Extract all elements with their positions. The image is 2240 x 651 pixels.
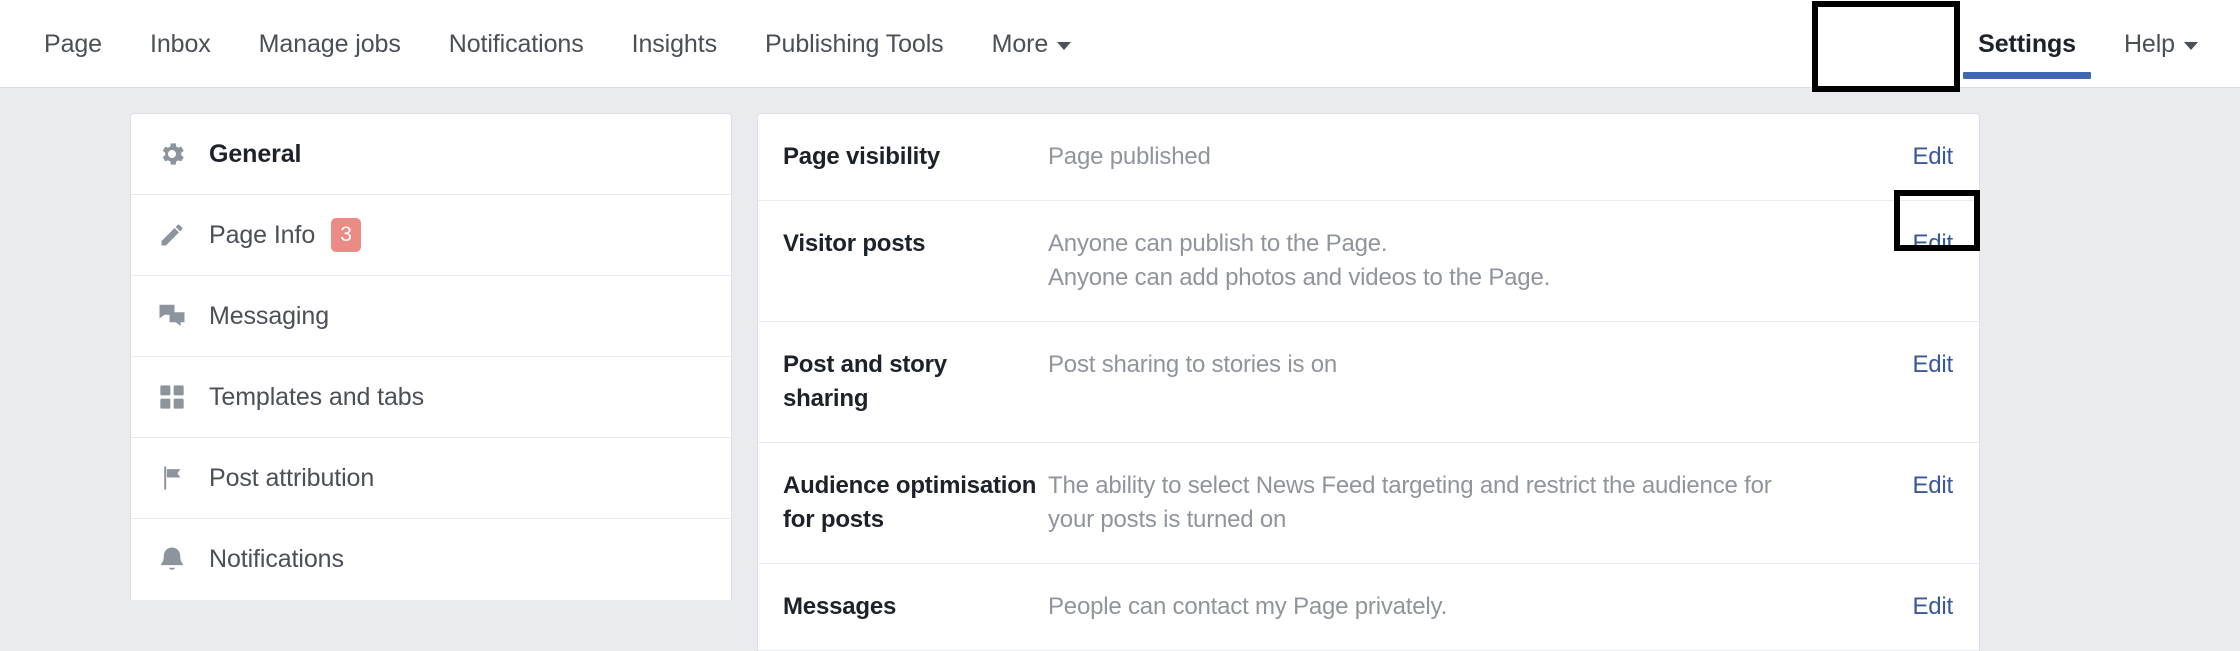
nav-item-label: Inbox (150, 29, 211, 58)
setting-description-line: Anyone can publish to the Page. (1048, 230, 1388, 257)
setting-description: Anyone can publish to the Page. Anyone c… (1048, 227, 1859, 295)
edit-link-messages[interactable]: Edit (1859, 590, 1979, 624)
setting-title: Messages (783, 593, 897, 620)
nav-item-notifications[interactable]: Notifications (425, 0, 608, 88)
setting-description: People can contact my Page privately. (1048, 590, 1859, 624)
top-navigation-bar: Page Inbox Manage jobs Notifications Ins… (0, 0, 2240, 88)
nav-item-more[interactable]: More (968, 0, 1096, 88)
setting-description-line: The ability to select News Feed targetin… (1048, 472, 1772, 499)
gear-icon (155, 137, 189, 171)
nav-item-settings[interactable]: Settings (1954, 0, 2100, 88)
setting-description-line: Anyone can add photos and videos to the … (1048, 264, 1551, 291)
chevron-down-icon (2184, 42, 2198, 50)
nav-item-page[interactable]: Page (20, 0, 126, 88)
table-row: Visitor posts Anyone can publish to the … (758, 201, 1979, 322)
general-settings-panel: Page visibility Page published Edit Visi… (757, 113, 1980, 651)
table-row: Audience optimisation for posts The abil… (758, 443, 1979, 564)
sidebar-item-label: Messaging (209, 301, 329, 330)
setting-description-line: Page published (1048, 143, 1211, 170)
nav-item-inbox[interactable]: Inbox (126, 0, 235, 88)
flag-icon (155, 461, 189, 495)
nav-item-label: Insights (631, 29, 717, 58)
nav-item-label: Page (44, 29, 102, 58)
settings-sidebar: General Page Info 3 Messaging Templates … (130, 113, 732, 600)
sidebar-item-label: Post attribution (209, 463, 375, 492)
sidebar-item-label: Templates and tabs (209, 382, 424, 411)
pencil-icon (155, 218, 189, 252)
setting-description-line: People can contact my Page privately. (1048, 593, 1448, 620)
sidebar-item-notifications[interactable]: Notifications (131, 519, 731, 600)
status-badge: 3 (331, 218, 362, 252)
setting-title: Post and story sharing (783, 351, 947, 412)
setting-description: Page published (1048, 140, 1859, 174)
nav-item-insights[interactable]: Insights (608, 0, 741, 88)
setting-description-line: your posts is turned on (1048, 506, 1287, 533)
setting-title: Page visibility (783, 143, 941, 170)
nav-item-help[interactable]: Help (2100, 0, 2222, 88)
nav-item-manage-jobs[interactable]: Manage jobs (235, 0, 425, 88)
edit-link-visitor-posts[interactable]: Edit (1859, 227, 1979, 261)
setting-description: The ability to select News Feed targetin… (1048, 469, 1859, 537)
sidebar-item-label: General (209, 139, 302, 168)
sidebar-item-label: Notifications (209, 545, 344, 573)
setting-description: Post sharing to stories is on (1048, 348, 1859, 382)
nav-item-label: More (991, 29, 1049, 58)
setting-title: Visitor posts (783, 230, 926, 257)
table-row: Page visibility Page published Edit (758, 114, 1979, 201)
chevron-down-icon (1057, 42, 1072, 50)
sidebar-item-post-attribution[interactable]: Post attribution (131, 438, 731, 519)
sidebar-item-page-info[interactable]: Page Info 3 (131, 195, 731, 276)
edit-link-audience-optimisation[interactable]: Edit (1859, 469, 1979, 503)
edit-link-page-visibility[interactable]: Edit (1859, 140, 1979, 174)
nav-item-publishing-tools[interactable]: Publishing Tools (741, 0, 968, 88)
table-row: Messages People can contact my Page priv… (758, 564, 1979, 651)
nav-right-group: Settings Help (1954, 0, 2222, 88)
table-row: Post and story sharing Post sharing to s… (758, 322, 1979, 443)
nav-item-label: Publishing Tools (764, 29, 944, 58)
nav-left-group: Page Inbox Manage jobs Notifications Ins… (20, 0, 1095, 88)
setting-description-line: Post sharing to stories is on (1048, 351, 1338, 378)
chat-bubbles-icon (155, 299, 189, 333)
edit-link-post-and-story-sharing[interactable]: Edit (1859, 348, 1979, 382)
sidebar-item-templates-and-tabs[interactable]: Templates and tabs (131, 357, 731, 438)
nav-item-label: Manage jobs (258, 29, 401, 58)
grid-squares-icon (155, 380, 189, 414)
sidebar-item-general[interactable]: General (131, 114, 731, 195)
nav-item-label: Settings (1978, 29, 2076, 58)
sidebar-item-label: Page Info (209, 220, 316, 249)
sidebar-item-messaging[interactable]: Messaging (131, 276, 731, 357)
setting-title: Audience optimisation for posts (783, 472, 1037, 533)
nav-item-label: Help (2123, 29, 2175, 58)
nav-item-label: Notifications (448, 29, 584, 58)
bell-icon (155, 543, 189, 577)
